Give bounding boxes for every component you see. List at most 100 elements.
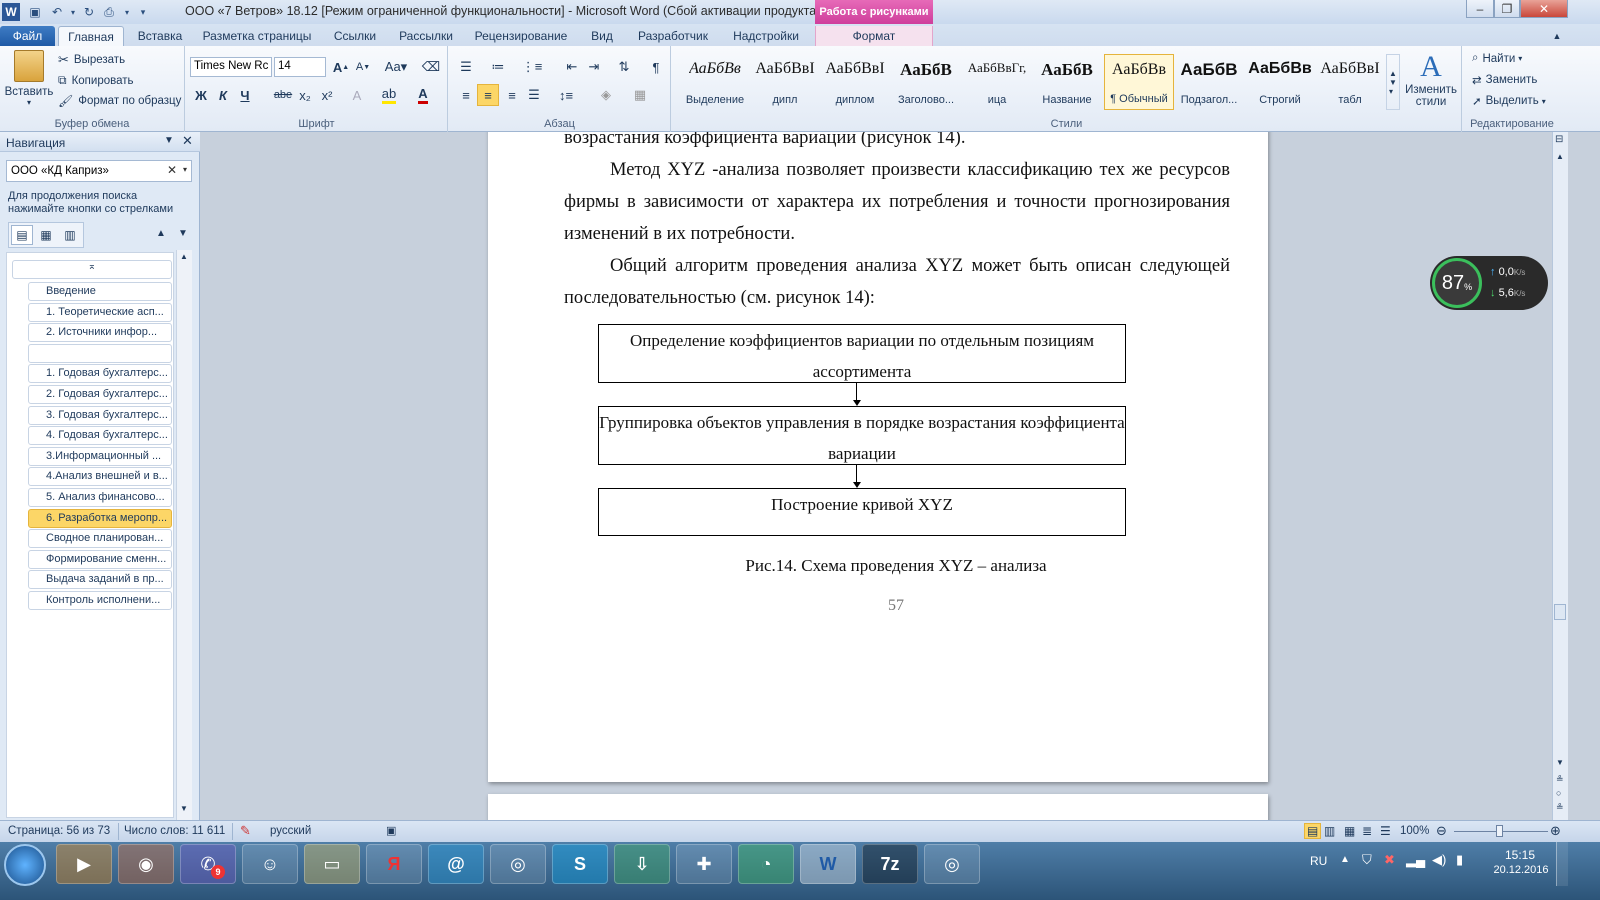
outline-view-icon[interactable]: ≣: [1362, 824, 1372, 838]
nav-heading-item[interactable]: 3.Информационный ...: [28, 446, 172, 466]
decrease-indent-icon[interactable]: ⇤: [561, 56, 583, 78]
shrink-font-button[interactable]: A ▼: [352, 56, 374, 78]
style-tile[interactable]: АаБбВвІ диплом: [820, 54, 890, 110]
nav-heading-item[interactable]: 5. Анализ финансово...: [28, 488, 172, 507]
nav-heading-item[interactable]: Выдача заданий в пр...: [28, 570, 172, 590]
tab-view[interactable]: Вид: [584, 26, 620, 46]
proofing-icon[interactable]: ✎: [240, 823, 251, 839]
nav-heading-item[interactable]: 1. Теоретические асп...: [28, 302, 172, 322]
tab-page-layout[interactable]: Разметка страницы: [198, 26, 316, 46]
web-layout-icon[interactable]: ▦: [1344, 824, 1355, 838]
nav-heading-item[interactable]: 2. Источники инфор...: [28, 323, 172, 343]
quick-print-icon[interactable]: ⎙: [100, 3, 118, 21]
tab-addins[interactable]: Надстройки: [726, 26, 806, 46]
scroll-thumb[interactable]: [1554, 604, 1566, 620]
zoom-slider-thumb[interactable]: [1496, 825, 1503, 837]
nav-heading-item[interactable]: Сводное планирован...: [28, 529, 172, 549]
tab-review[interactable]: Рецензирование: [470, 26, 572, 46]
show-desktop-button[interactable]: [1556, 842, 1568, 886]
line-spacing-icon[interactable]: ↕≡: [555, 84, 577, 106]
nav-heading-item[interactable]: 2. Годовая бухгалтерс...: [28, 385, 172, 404]
print-layout-icon[interactable]: ▤: [1304, 823, 1322, 839]
close-button[interactable]: ✕: [1520, 0, 1568, 18]
start-button[interactable]: [4, 844, 46, 886]
customize-quick-access-icon[interactable]: ▾: [134, 3, 152, 21]
prev-page-icon[interactable]: ≗: [1556, 774, 1564, 785]
tab-developer[interactable]: Разработчик: [630, 26, 716, 46]
input-language[interactable]: RU: [1310, 854, 1327, 868]
text-effects-icon[interactable]: A: [346, 84, 368, 106]
grow-font-button[interactable]: A ▲: [330, 56, 352, 78]
media-player-icon[interactable]: ▶: [56, 844, 112, 884]
tab-insert[interactable]: Вставка: [132, 26, 188, 46]
browse-object-icon[interactable]: ○: [1556, 788, 1561, 798]
align-left-icon[interactable]: ≡: [455, 84, 477, 106]
style-tile[interactable]: АаБбВв ¶ Обычный: [1104, 54, 1174, 110]
justify-icon[interactable]: ☰: [523, 84, 545, 106]
numbering-icon[interactable]: ≔: [487, 56, 509, 78]
find-button[interactable]: ⌕ Найти ▾: [1472, 52, 1522, 65]
tab-home[interactable]: Главная: [58, 26, 124, 46]
multilevel-list-icon[interactable]: ⋮≡: [521, 56, 543, 78]
yandex-icon[interactable]: Я: [366, 844, 422, 884]
maximize-button[interactable]: ❐: [1494, 0, 1520, 18]
document-page[interactable]: возрастания коэффициента вариации (рисун…: [488, 132, 1268, 782]
ruler-toggle-icon[interactable]: ⊟: [1555, 134, 1563, 145]
clock-time[interactable]: 15:15: [1500, 848, 1540, 862]
style-tile[interactable]: АаБбВ Заголово...: [891, 54, 961, 110]
scholar-app-icon[interactable]: ☺: [242, 844, 298, 884]
firefox-icon[interactable]: ◉: [118, 844, 174, 884]
font-name-combo[interactable]: Times New Rc: [190, 57, 272, 77]
pages-view-icon[interactable]: ▦: [35, 225, 57, 245]
scroll-down-icon[interactable]: ▼: [1556, 758, 1564, 767]
sort-icon[interactable]: ⇅: [613, 56, 635, 78]
clock-date[interactable]: 20.12.2016: [1486, 864, 1556, 876]
zoom-out-icon[interactable]: ⊖: [1436, 823, 1447, 839]
vertical-scrollbar[interactable]: ⊟ ▲ ▼ ≗ ○ ≗: [1552, 132, 1568, 820]
collapse-all-icon[interactable]: ⌅: [12, 260, 172, 279]
language[interactable]: русский: [270, 825, 311, 837]
minimize-button[interactable]: –: [1466, 0, 1494, 18]
nav-scrollbar[interactable]: ▲ ▼: [176, 250, 192, 820]
nav-prev-icon[interactable]: ▲: [156, 228, 166, 239]
style-tile[interactable]: АаБбВвІ дипл: [750, 54, 820, 110]
shading-icon[interactable]: ◈: [595, 84, 617, 106]
chrome-icon[interactable]: ◎: [490, 844, 546, 884]
battery-icon[interactable]: ▮: [1456, 852, 1463, 868]
nav-options-icon[interactable]: ▼: [164, 135, 174, 146]
nav-heading-item[interactable]: Контроль исполнени...: [28, 591, 172, 610]
full-screen-icon[interactable]: ▥: [1324, 824, 1335, 838]
tab-file[interactable]: Файл: [0, 26, 55, 46]
search-dropdown-icon[interactable]: ▾: [183, 165, 187, 174]
nav-next-icon[interactable]: ▼: [178, 228, 188, 239]
font-color-icon[interactable]: A: [412, 84, 434, 106]
flowchart-box-2[interactable]: Группировка объектов управления в порядк…: [598, 406, 1126, 465]
skype-icon[interactable]: S: [552, 844, 608, 884]
bullets-icon[interactable]: ☰: [455, 56, 477, 78]
show-marks-icon[interactable]: ¶: [645, 56, 667, 78]
clear-formatting-icon[interactable]: ⌫: [420, 56, 442, 78]
nav-heading-item[interactable]: 1. Годовая бухгалтерс...: [28, 364, 172, 384]
zoom-in-icon[interactable]: ⊕: [1550, 823, 1561, 839]
style-tile[interactable]: АаБбВвГг, ица: [962, 54, 1032, 110]
format-painter-button[interactable]: 🖌 Формат по образцу: [58, 94, 181, 108]
replace-button[interactable]: ⇄ Заменить: [1472, 73, 1537, 87]
download-manager-icon[interactable]: ⇩: [614, 844, 670, 884]
network-speed-widget[interactable]: 87% ↑ 0,0K/s ↓ 5,6K/s: [1430, 256, 1548, 310]
font-size-combo[interactable]: 14: [274, 57, 326, 77]
styles-scroll-icon[interactable]: ▲ ▼ ▾: [1386, 54, 1400, 110]
bold-button[interactable]: Ж: [190, 84, 212, 106]
paste-button[interactable]: Вставить ▾: [5, 50, 53, 112]
macro-record-icon[interactable]: ▣: [386, 824, 396, 837]
strikethrough-button[interactable]: abe: [272, 84, 294, 106]
flowchart-box-1[interactable]: Определение коэффициентов вариации по от…: [598, 324, 1126, 383]
zoom-level[interactable]: 100%: [1400, 825, 1429, 837]
borders-icon[interactable]: ▦: [629, 84, 651, 106]
7zip-icon[interactable]: 7z: [862, 844, 918, 884]
next-page[interactable]: [488, 794, 1268, 820]
nav-heading-item[interactable]: 6. Разработка меропр...: [28, 508, 172, 528]
nav-heading-item[interactable]: 4.Анализ внешней и в...: [28, 467, 172, 487]
style-tile[interactable]: АаБбВ Подзагол...: [1174, 54, 1244, 110]
underline-button[interactable]: Ч: [234, 84, 256, 106]
nav-heading-item[interactable]: Формирование сменн...: [28, 549, 172, 569]
